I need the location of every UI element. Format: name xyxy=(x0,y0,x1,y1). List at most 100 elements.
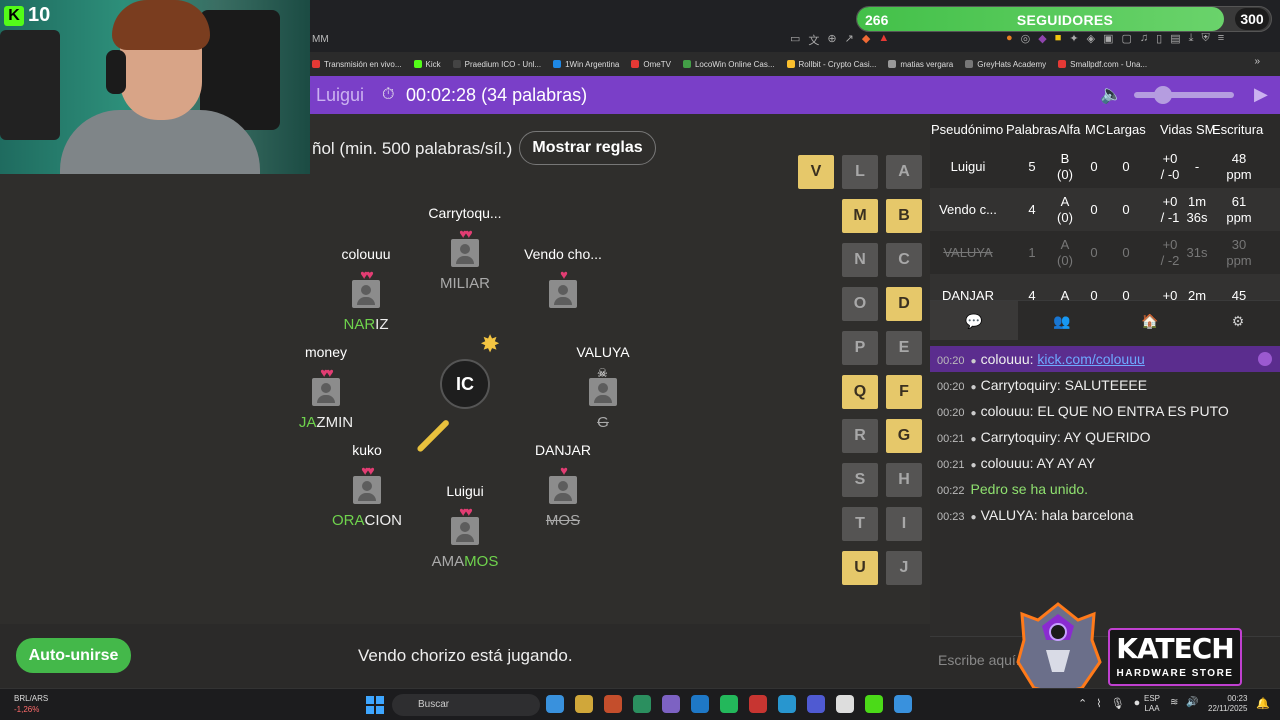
brave-icon[interactable]: ◆ xyxy=(862,32,870,48)
scoreboard-header[interactable]: Alfa xyxy=(1058,122,1080,137)
taskbar-app-icon[interactable] xyxy=(604,695,622,713)
player-slot: Vendo cho... ♥ xyxy=(503,246,623,334)
player-name: Luigui xyxy=(446,483,484,499)
volume-slider[interactable] xyxy=(1134,92,1234,98)
extension-icon[interactable]: ◈ xyxy=(1087,32,1095,45)
show-rules-button[interactable]: Mostrar reglas xyxy=(519,131,656,165)
shield-icon[interactable]: ⛨ xyxy=(1201,32,1209,45)
taskbar-app-icon[interactable] xyxy=(720,695,738,713)
volume-slider-handle[interactable] xyxy=(1154,86,1172,104)
room-tab-icon[interactable]: 🏠 xyxy=(1106,301,1194,341)
bookmark-item[interactable]: Praedium ICO - Unl... xyxy=(452,60,541,69)
currency-change: -1,26% xyxy=(14,705,40,714)
chat-username[interactable]: Carrytoquiry: xyxy=(981,429,1061,445)
screen-icon[interactable]: ▭ xyxy=(790,32,800,48)
bookmark-item[interactable]: Rollbit - Crypto Casi... xyxy=(786,60,876,69)
extension-icon[interactable]: ● xyxy=(1006,32,1013,45)
sidebar-icon[interactable]: ▯ xyxy=(1156,32,1162,45)
bookmark-item[interactable]: Smallpdf.com - Una... xyxy=(1058,60,1147,69)
alert-icon[interactable]: ▲ xyxy=(878,32,889,48)
clock[interactable]: 00:23 22/11/2025 xyxy=(1208,694,1247,714)
download-icon[interactable]: ⤓ xyxy=(1189,32,1194,45)
bookmark-item[interactable]: GreyHats Academy xyxy=(965,60,1046,69)
players-tab-icon[interactable]: 👥 xyxy=(1018,301,1106,341)
chat-username[interactable]: Carrytoquiry: xyxy=(981,377,1061,393)
taskbar-app-icon[interactable] xyxy=(778,695,796,713)
taskbar-app-icon[interactable] xyxy=(546,695,564,713)
taskbar-app-icon[interactable] xyxy=(662,695,680,713)
scoreboard-row: Luigui 5 B (0) 0 0 +0 / -0- 48 ppm xyxy=(930,145,1280,188)
volume-icon[interactable]: 🔈 xyxy=(1100,84,1122,105)
scoreboard-header[interactable]: Largas xyxy=(1106,122,1146,137)
avatar: ☠ xyxy=(589,366,617,406)
scoreboard-header[interactable]: Pseudónimo xyxy=(931,122,1003,137)
scoreboard-cell-vidas: +0 xyxy=(1162,288,1178,300)
taskbar-app-icon[interactable] xyxy=(807,695,825,713)
bookmark-item[interactable]: Transmisión en vivo... xyxy=(312,60,402,69)
auto-join-button[interactable]: Auto-unirse xyxy=(16,638,131,673)
chat-log: 00:20 ● colouuu: kick.com/colouuu 00:20 ● Car… xyxy=(930,340,1280,636)
chat-link[interactable]: kick.com/colouuu xyxy=(1037,351,1144,367)
bonus-letter: T xyxy=(842,507,878,541)
scoreboard-cell-mc: 0 xyxy=(1090,245,1098,260)
bookmark-item[interactable]: matias vergara xyxy=(888,60,953,69)
scoreboard-cell-sm: 1m 36s xyxy=(1186,194,1208,225)
taskbar-app-icon[interactable] xyxy=(691,695,709,713)
volume-tray-icon[interactable]: 🔊 xyxy=(1186,697,1198,708)
bookmarks-more-icon[interactable]: » xyxy=(1254,56,1260,67)
scoreboard-header[interactable]: Vidas xyxy=(1160,122,1192,137)
chevron-up-icon[interactable]: ⌃ xyxy=(1078,697,1087,710)
play-icon[interactable]: ▶ xyxy=(1254,84,1268,105)
url-fragment[interactable]: MM xyxy=(312,34,329,45)
chat-timestamp: 00:23 xyxy=(937,511,965,523)
chat-text: hala barcelona xyxy=(1041,507,1134,523)
bonus-letter: P xyxy=(842,331,878,365)
bonus-letter: E xyxy=(886,331,922,365)
taskbar-search[interactable]: Buscar xyxy=(392,694,540,716)
zoom-icon[interactable]: ⊕ xyxy=(827,32,836,48)
scoreboard-cell-escritura: 48 ppm xyxy=(1226,151,1252,182)
taskbar-app-icon[interactable] xyxy=(575,695,593,713)
player-name: VALUYA xyxy=(576,344,630,360)
translate-icon[interactable]: 文 xyxy=(808,32,819,48)
taskbar-app-icon[interactable] xyxy=(836,695,854,713)
chat-username[interactable]: colouuu: xyxy=(981,403,1034,419)
extension-icon[interactable]: ■ xyxy=(1055,32,1062,45)
bookmark-item[interactable]: LocoWin Online Cas... xyxy=(682,60,775,69)
chat-username[interactable]: colouuu: xyxy=(981,455,1034,471)
taskbar-app-icon[interactable] xyxy=(749,695,767,713)
currency-widget[interactable]: BRL/ARS -1,26% xyxy=(14,693,48,715)
camera-icon[interactable]: ● xyxy=(1134,697,1141,710)
extension-icon[interactable]: ◆ xyxy=(1038,32,1046,45)
share-icon[interactable]: ↗ xyxy=(845,32,854,48)
bookmark-item[interactable]: Kick xyxy=(413,60,441,69)
language-indicator[interactable]: ESP LAA xyxy=(1144,694,1160,714)
settings-tab-icon[interactable]: ⚙ xyxy=(1194,301,1280,341)
taskbar-app-icon[interactable] xyxy=(894,695,912,713)
scoreboard-header[interactable]: MC xyxy=(1085,122,1105,137)
notification-bell-icon[interactable]: 🔔 xyxy=(1256,697,1270,710)
taskbar-app-icon[interactable] xyxy=(865,695,883,713)
word-rest: ZMIN xyxy=(316,414,354,431)
taskbar-app-icon[interactable] xyxy=(633,695,651,713)
chat-username[interactable]: colouuu: xyxy=(981,351,1034,367)
scoreboard-header[interactable]: Palabras xyxy=(1006,122,1057,137)
bookmark-item[interactable]: OmeTV xyxy=(631,60,671,69)
mic-icon[interactable]: 🎙 xyxy=(1111,697,1125,710)
scoreboard-header[interactable]: Escritura xyxy=(1212,122,1263,137)
extension-icon[interactable]: ▣ xyxy=(1103,32,1113,45)
menu-icon[interactable]: ≡ xyxy=(1218,32,1224,45)
wifi-icon[interactable]: ≋ xyxy=(1170,697,1178,708)
bookmark-item[interactable]: 1Win Argentina xyxy=(553,60,619,69)
extension-icon[interactable]: ✦ xyxy=(1069,32,1078,45)
chat-username[interactable]: VALUYA: xyxy=(981,507,1038,523)
extension-icon[interactable]: ◎ xyxy=(1021,32,1031,45)
windows-start-icon[interactable] xyxy=(366,696,384,714)
chat-username[interactable]: Pedro xyxy=(971,481,1008,497)
network-icon[interactable]: ⌇ xyxy=(1096,697,1101,710)
bonus-letter: F xyxy=(886,375,922,409)
extension-icon[interactable]: ▢ xyxy=(1121,32,1131,45)
media-icon[interactable]: ♫ xyxy=(1140,32,1148,45)
wallet-icon[interactable]: ▤ xyxy=(1170,32,1180,45)
chat-tab-icon[interactable]: 💬 xyxy=(930,301,1018,341)
